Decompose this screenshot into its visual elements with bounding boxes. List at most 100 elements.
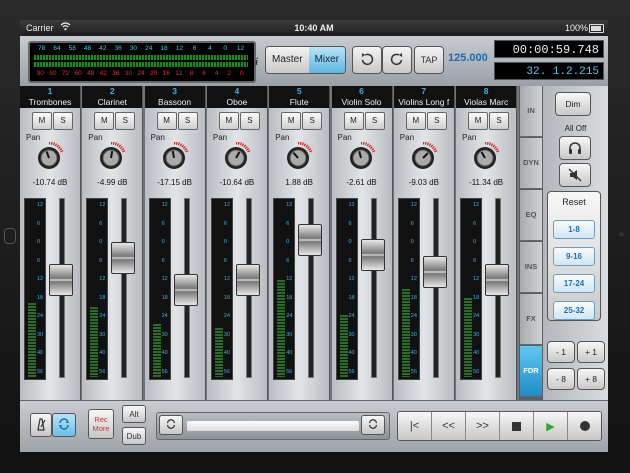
meter-tick: 56 <box>161 368 168 375</box>
meter-bottom-tick: 90 <box>36 70 44 77</box>
mute-button[interactable]: M <box>218 112 239 130</box>
cycle-right-button[interactable] <box>361 415 385 435</box>
solo-button[interactable]: S <box>426 112 447 130</box>
pan-knob[interactable] <box>96 142 126 172</box>
solo-button[interactable]: S <box>177 112 198 130</box>
channel-name[interactable]: Trombones <box>20 96 80 108</box>
solo-button[interactable]: S <box>239 112 260 130</box>
pan-knob[interactable] <box>408 142 438 172</box>
loop-toggle-button[interactable] <box>52 413 76 437</box>
tab-dyn[interactable]: DYN <box>520 138 542 189</box>
pan-label: Pan <box>212 133 228 142</box>
step-plus-1-button[interactable]: + 1 <box>577 341 605 363</box>
volume-fader[interactable] <box>49 264 73 296</box>
meter-bottom-tick: 16 <box>162 70 170 77</box>
meter-tick: 56 <box>223 368 231 375</box>
record-button[interactable] <box>568 412 601 440</box>
scrub-track[interactable] <box>187 421 359 431</box>
meter-tick: 12 <box>161 202 168 208</box>
group-button-17-24[interactable]: 17-24 <box>553 274 595 293</box>
dim-button[interactable]: Dim <box>555 92 591 116</box>
volume-fader[interactable] <box>173 274 198 306</box>
meter-tick: 40 <box>348 350 355 356</box>
undo-button[interactable] <box>352 46 382 74</box>
mute-button[interactable]: M <box>281 112 302 130</box>
pan-knob[interactable] <box>283 142 313 172</box>
home-button[interactable] <box>4 228 16 244</box>
rec-more-button[interactable]: Rec More <box>88 409 114 439</box>
mixer-button[interactable]: Mixer <box>308 47 346 73</box>
redo-icon <box>389 51 405 70</box>
meter-tick: 6 <box>223 257 227 264</box>
channel-name[interactable]: Bassoon <box>144 96 205 108</box>
pan-knob[interactable] <box>221 142 251 172</box>
channel-name[interactable]: Clarinet <box>82 96 143 108</box>
step-minus-1-button[interactable]: - 1 <box>547 341 575 363</box>
stop-button[interactable] <box>500 412 534 440</box>
fast-forward-button[interactable]: >> <box>466 412 500 440</box>
solo-button[interactable]: S <box>302 112 323 130</box>
mute-button[interactable]: M <box>468 112 489 130</box>
channel-name[interactable]: Oboe <box>206 96 267 108</box>
meter-tick: 0 <box>286 239 290 245</box>
pan-knob[interactable] <box>346 142 376 172</box>
group-button-25-32[interactable]: 25-32 <box>553 301 595 320</box>
headphones-off-button[interactable] <box>559 136 591 160</box>
play-button[interactable]: ▶ <box>534 412 568 440</box>
pan-knob[interactable] <box>159 142 189 172</box>
rewind-button[interactable]: << <box>432 412 466 440</box>
meter-top-tick: 0 <box>223 45 228 52</box>
volume-fader[interactable] <box>422 256 447 288</box>
solo-button[interactable]: S <box>489 112 510 130</box>
master-button[interactable]: Master <box>266 47 309 73</box>
group-button-9-16[interactable]: 9-16 <box>553 247 595 266</box>
tab-in[interactable]: IN <box>520 86 542 137</box>
cycle-scrub-bar[interactable] <box>156 412 390 440</box>
channel-name[interactable]: Flute <box>269 96 330 108</box>
info-icon[interactable]: i <box>255 56 265 68</box>
mute-button[interactable]: M <box>156 112 177 130</box>
meter-top-tick: 4 <box>208 45 212 52</box>
alt-button[interactable]: Alt <box>122 405 146 423</box>
go-to-start-button[interactable]: |< <box>398 412 432 440</box>
reset-button[interactable]: Reset <box>548 197 600 207</box>
mute-button[interactable]: M <box>32 112 52 130</box>
volume-fader[interactable] <box>298 224 323 256</box>
volume-fader[interactable] <box>360 239 385 271</box>
master-level-meter: 78 64 58 48 42 36 30 24 18 12 6 4 0 12 90 60 72 60 48 42 36… <box>28 41 256 83</box>
volume-fader[interactable] <box>485 264 510 296</box>
meter-tick: 30 <box>223 331 231 338</box>
speaker-off-button[interactable] <box>559 163 591 187</box>
channel-name[interactable]: Violin Solo <box>331 96 392 108</box>
solo-button[interactable]: S <box>53 112 73 130</box>
solo-button[interactable]: S <box>364 112 385 130</box>
meter-tick: 12 <box>37 202 44 208</box>
tab-fx[interactable]: FX <box>520 294 542 345</box>
pan-knob[interactable] <box>34 142 64 172</box>
metronome-button[interactable] <box>30 413 52 437</box>
tab-fdr[interactable]: FDR <box>520 346 542 397</box>
dub-button[interactable]: Dub <box>122 427 146 445</box>
pan-knob[interactable] <box>470 142 500 172</box>
tab-ins[interactable]: INS <box>520 242 542 293</box>
meter-tick: 24 <box>348 313 355 319</box>
mute-button[interactable]: M <box>94 112 115 130</box>
step-plus-8-button[interactable]: + 8 <box>577 368 605 390</box>
tap-tempo-button[interactable]: TAP <box>414 46 444 74</box>
tab-eq[interactable]: EQ <box>520 190 542 241</box>
volume-fader[interactable] <box>111 242 136 274</box>
step-minus-8-button[interactable]: - 8 <box>547 368 575 390</box>
channel-name[interactable]: Violins Long f <box>393 96 454 108</box>
meter-bottom-tick: 4 <box>214 70 219 77</box>
cycle-left-button[interactable] <box>159 415 183 435</box>
level-fill <box>339 315 348 377</box>
channel-number: 8 <box>456 86 517 96</box>
volume-fader[interactable] <box>235 264 260 296</box>
mute-button[interactable]: M <box>405 112 426 130</box>
redo-button[interactable] <box>382 46 412 74</box>
channel-name[interactable]: Violas Marc <box>456 96 517 108</box>
meter-tick: 0 <box>37 239 41 245</box>
mute-button[interactable]: M <box>343 112 364 130</box>
group-button-1-8[interactable]: 1-8 <box>553 220 595 239</box>
solo-button[interactable]: S <box>115 112 136 130</box>
